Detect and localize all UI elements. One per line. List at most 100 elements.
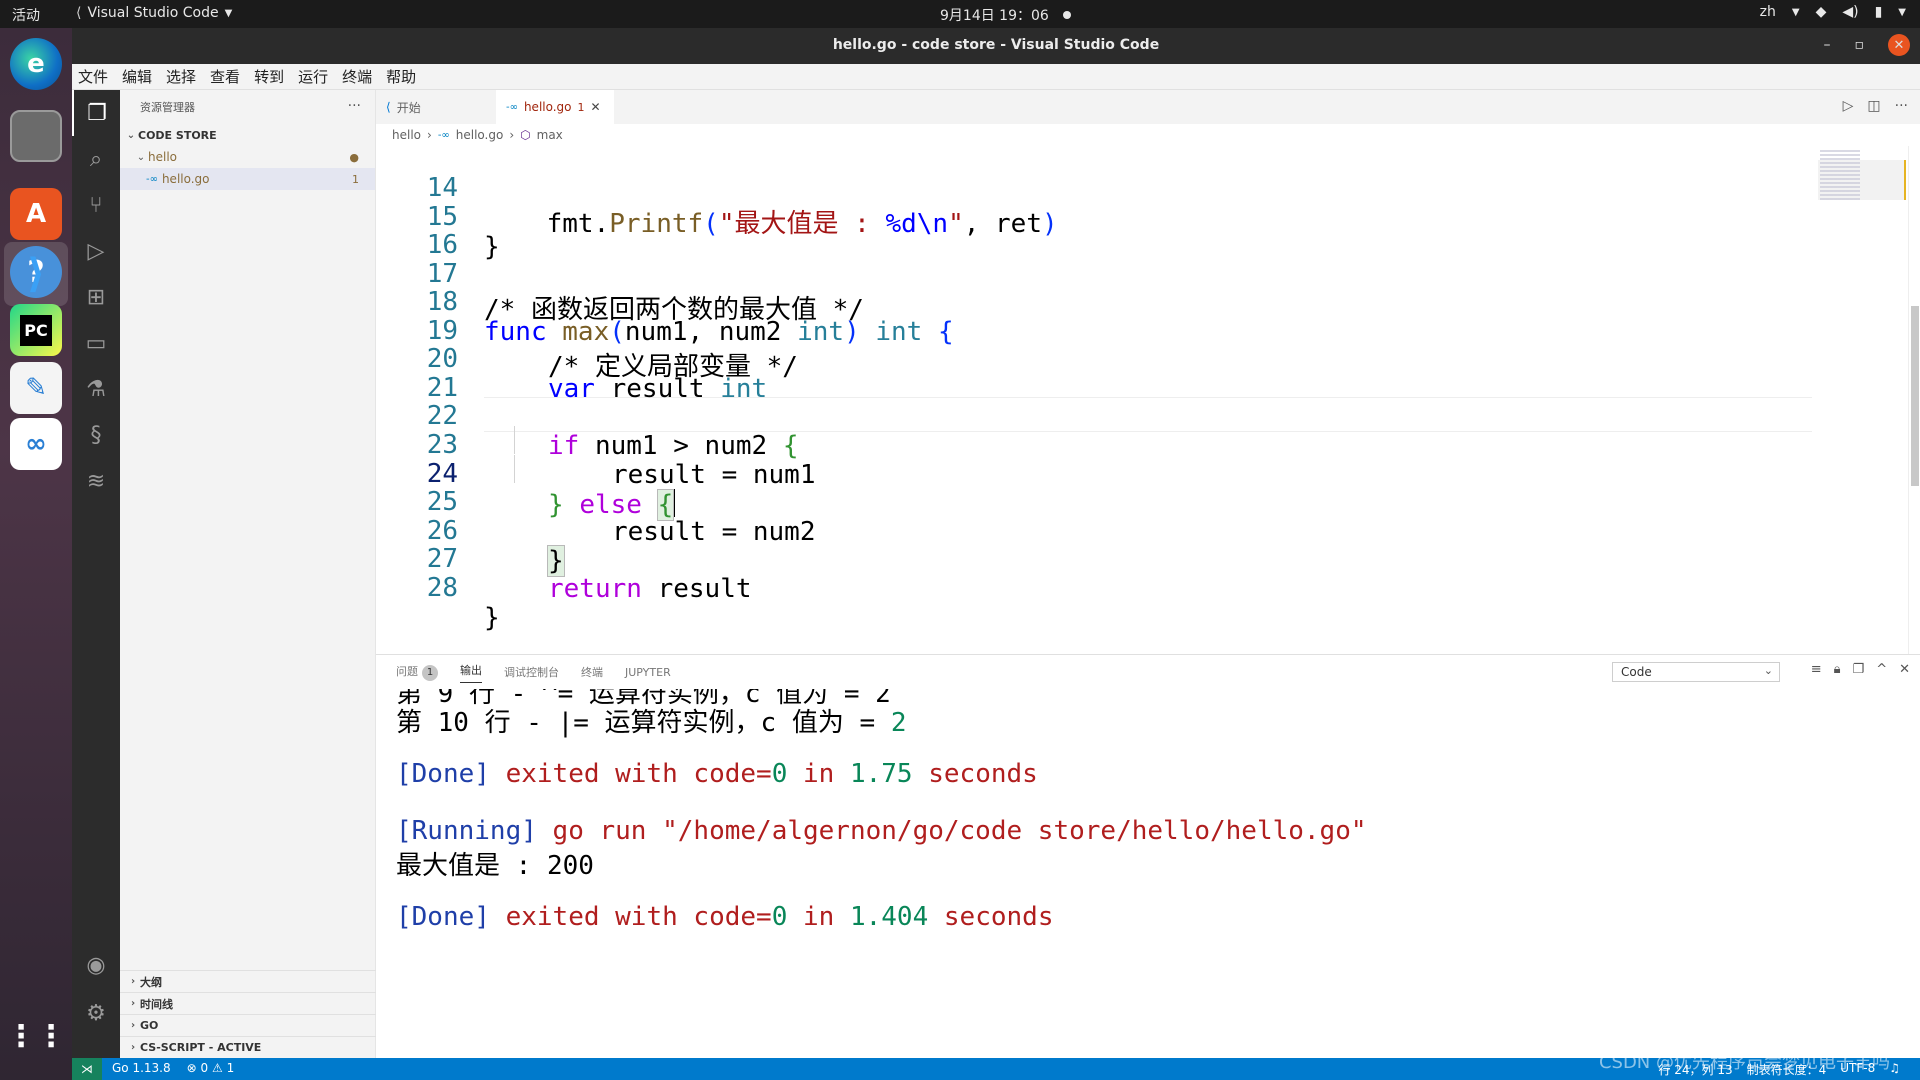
explorer-title: 资源管理器: [140, 101, 195, 114]
tab-hello-go[interactable]: -∞ hello.go 1 ✕: [496, 90, 614, 124]
system-tray[interactable]: zh ▼ ◆ ◀) ▮ ▼: [1760, 4, 1906, 20]
accounts-icon[interactable]: ◉: [72, 942, 120, 988]
output-line: 第 10 行 - |= 运算符实例，c 值为 = 2: [396, 702, 906, 738]
error-icon: ⊗: [186, 1061, 197, 1075]
menu-bar: 文件 编辑 选择 查看 转到 运行 终端 帮助: [72, 64, 1920, 90]
output-text: in: [787, 759, 850, 789]
minimap[interactable]: [1812, 146, 1908, 654]
output-view[interactable]: 第 9 行 - ^= 运算符实例，c 值为 = 2 第 10 行 - |= 运算…: [396, 689, 1896, 1059]
open-in-editor-icon[interactable]: ❐: [1853, 662, 1865, 677]
menu-selection[interactable]: 选择: [166, 66, 196, 87]
breadcrumb-folder[interactable]: hello: [392, 128, 421, 142]
baidu-netdisk-icon[interactable]: ∞: [10, 418, 62, 470]
more-actions-icon[interactable]: ···: [1895, 98, 1908, 114]
remote-explorer-icon[interactable]: ▭: [72, 320, 120, 366]
battery-icon: ▮: [1874, 4, 1883, 20]
app-name: Visual Studio Code: [87, 5, 219, 21]
section-cs-script[interactable]: › CS-SCRIPT - ACTIVE: [120, 1036, 376, 1058]
remote-indicator-icon[interactable]: ⋊: [72, 1058, 102, 1080]
extensions-icon[interactable]: ⊞: [72, 274, 120, 320]
menu-run[interactable]: 运行: [298, 66, 328, 87]
editor-scrollbar[interactable]: [1908, 146, 1920, 654]
folder-hello[interactable]: ⌄ hello ●: [120, 146, 375, 168]
python-icon[interactable]: §: [72, 412, 120, 458]
settings-gear-icon[interactable]: ⚙: [72, 990, 120, 1036]
menu-terminal[interactable]: 终端: [342, 66, 372, 87]
output-value: 0: [771, 759, 788, 789]
panel-actions: ≡ 🔒︎ ❐ ^ ✕: [1811, 662, 1910, 677]
go-file-icon: -∞: [437, 129, 450, 141]
menu-file[interactable]: 文件: [78, 66, 108, 87]
activities-button[interactable]: 活动: [12, 5, 40, 25]
docker-icon[interactable]: ≋: [72, 458, 120, 504]
output-channel-select[interactable]: Code ⌄: [1612, 662, 1780, 682]
breadcrumb-file[interactable]: hello.go: [456, 128, 504, 142]
go-file-icon: -∞: [146, 173, 158, 185]
chevron-right-icon: ›: [509, 128, 515, 142]
breadcrumb: hello › -∞ hello.go › ⬡ max: [376, 124, 1920, 146]
function-symbol-icon: ⬡: [520, 128, 531, 142]
file-hello-go[interactable]: -∞ hello.go 1: [120, 168, 375, 190]
output-line: [Done] exited with code=0 in 1.404 secon…: [396, 902, 1053, 937]
line-text: return result: [548, 574, 752, 604]
close-icon[interactable]: ✕: [1888, 34, 1910, 56]
tab-terminal[interactable]: 终端: [581, 664, 603, 680]
close-panel-icon[interactable]: ✕: [1899, 662, 1910, 677]
clear-output-icon[interactable]: ≡: [1811, 662, 1822, 677]
output-text: 第 10 行 - |= 运算符实例，c 值为 =: [396, 708, 891, 738]
menu-help[interactable]: 帮助: [386, 66, 416, 87]
workspace-root[interactable]: ⌄ CODE STORE: [120, 124, 375, 146]
menu-edit[interactable]: 编辑: [122, 66, 152, 87]
lock-scroll-icon[interactable]: 🔒︎: [1834, 662, 1841, 677]
menu-go[interactable]: 转到: [254, 66, 284, 87]
clock[interactable]: 9月14日 19：06: [940, 5, 1071, 25]
problems-summary[interactable]: ⊗ 0 ⚠ 1: [187, 1061, 235, 1075]
input-method-label[interactable]: zh: [1760, 4, 1776, 20]
run-code-icon[interactable]: ▷: [1843, 98, 1854, 114]
tab-welcome[interactable]: ⟨ 开始: [376, 90, 496, 124]
show-applications-icon[interactable]: ⋮⋮: [6, 1010, 66, 1062]
chevron-right-icon: ›: [130, 1020, 136, 1031]
workspace-root-label: CODE STORE: [138, 128, 217, 142]
menu-view[interactable]: 查看: [210, 66, 240, 87]
vscode-tab-icon: ⟨: [386, 100, 391, 114]
output-line: [Done] exited with code=0 in 1.75 second…: [396, 759, 1038, 794]
dock: e A ? ⟩ PC ✎ ∞ ⋮⋮: [0, 28, 72, 1080]
tab-debug-console[interactable]: 调试控制台: [504, 664, 559, 680]
tab-problems[interactable]: 问题 1: [396, 663, 438, 681]
notifications-bell-icon[interactable]: ♫: [1889, 1061, 1900, 1078]
testing-icon[interactable]: ⚗: [72, 366, 120, 412]
search-icon[interactable]: ⌕: [72, 136, 120, 182]
app-menu[interactable]: ⟨ Visual Studio Code ▼: [76, 5, 232, 21]
chevron-down-icon: ▼: [1791, 6, 1800, 18]
section-go[interactable]: › GO: [120, 1014, 376, 1036]
token: result: [641, 574, 752, 604]
text-editor-icon[interactable]: ✎: [10, 362, 62, 414]
pycharm-icon[interactable]: PC: [10, 304, 62, 356]
minimize-icon[interactable]: –: [1824, 37, 1831, 53]
maximize-panel-icon[interactable]: ^: [1876, 662, 1887, 677]
code-editor[interactable]: 14 fmt.Printf("最大值是 : %d\n", ret) 15 } 1…: [376, 146, 1920, 654]
split-editor-icon[interactable]: ◫: [1867, 98, 1880, 114]
edge-browser-icon[interactable]: e: [10, 38, 62, 90]
breadcrumb-symbol[interactable]: max: [537, 128, 563, 142]
warning-icon: ⚠: [211, 1061, 223, 1075]
vscode-icon[interactable]: ⟩: [10, 248, 62, 300]
tab-output[interactable]: 输出: [460, 662, 482, 683]
source-control-icon[interactable]: ⑂: [72, 182, 120, 228]
run-debug-icon[interactable]: ▷: [72, 228, 120, 274]
section-timeline[interactable]: › 时间线: [120, 992, 376, 1014]
wifi-icon: ◆: [1815, 4, 1827, 20]
explorer-icon[interactable]: ❐: [72, 90, 120, 136]
status-left: Go 1.13.8 ⊗ 0 ⚠ 1: [112, 1061, 234, 1075]
go-version[interactable]: Go 1.13.8: [112, 1061, 171, 1075]
close-tab-icon[interactable]: ✕: [591, 100, 601, 114]
section-outline-label: 大纲: [140, 975, 162, 989]
files-icon[interactable]: [10, 110, 62, 162]
software-center-icon[interactable]: A: [10, 188, 62, 240]
maximize-icon[interactable]: ▫: [1855, 37, 1865, 53]
section-outline[interactable]: › 大纲: [120, 970, 376, 992]
tab-jupyter[interactable]: JUPYTER: [625, 666, 671, 679]
scrollbar-thumb[interactable]: [1911, 306, 1919, 486]
more-actions-icon[interactable]: ···: [348, 98, 361, 114]
